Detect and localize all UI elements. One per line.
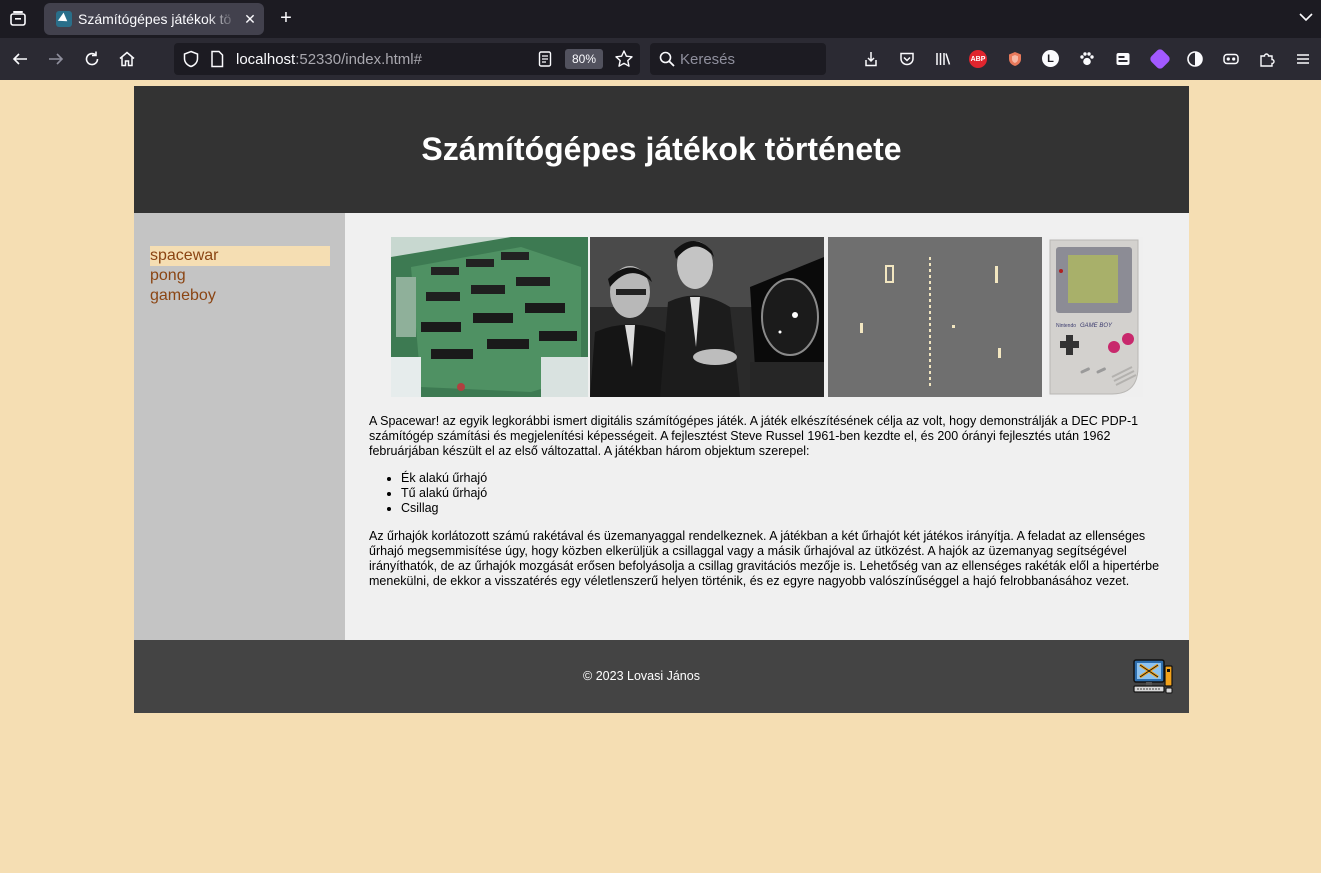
- extension-purple-icon[interactable]: [1148, 47, 1172, 71]
- shield-icon[interactable]: [182, 50, 200, 68]
- pocket-icon[interactable]: [897, 49, 917, 69]
- computer-game-logo-icon: [1132, 656, 1174, 696]
- extension-mask-icon[interactable]: [1221, 49, 1241, 69]
- site-footer: © 2023 Lovasi János: [134, 640, 1189, 713]
- tab-bar: Számítógépes játékok tö ✕ +: [0, 0, 1321, 38]
- search-bar[interactable]: [650, 43, 826, 75]
- hamburger-menu-icon[interactable]: [1293, 49, 1313, 69]
- objects-list: Ék alakú űrhajó Tű alakú űrhajó Csillag: [401, 471, 701, 516]
- circuit-board-image: [391, 237, 588, 397]
- sidebar: spacewar pong gameboy: [134, 213, 345, 640]
- search-icon: [658, 50, 676, 68]
- reader-view-icon[interactable]: [536, 50, 554, 68]
- extension-card-icon[interactable]: [1113, 49, 1133, 69]
- list-item: Tű alakú űrhajó: [401, 486, 701, 501]
- extension-circle-icon[interactable]: [1185, 49, 1205, 69]
- tab-close-icon[interactable]: ✕: [240, 9, 260, 29]
- pocket-save-icon[interactable]: [861, 49, 881, 69]
- menu-item-pong[interactable]: pong: [150, 266, 330, 286]
- url-path: :52330/index.html#: [295, 51, 422, 68]
- chevron-down-icon[interactable]: [1296, 7, 1316, 27]
- details-paragraph: Az űrhajók korlátozott számú rakétával é…: [369, 529, 1160, 588]
- tab-list-icon[interactable]: [6, 7, 30, 31]
- new-tab-button[interactable]: +: [274, 6, 298, 30]
- url-host: localhost: [236, 51, 296, 68]
- home-button[interactable]: [115, 47, 139, 71]
- adblock-plus-icon[interactable]: ABP: [969, 50, 987, 68]
- spacewar-players-image: [590, 237, 824, 397]
- list-item: Csillag: [401, 501, 701, 516]
- navigation-toolbar: localhost:52330/index.html# 80% ABP L: [0, 38, 1321, 80]
- search-input[interactable]: [680, 49, 820, 69]
- menu-item-gameboy[interactable]: gameboy: [150, 286, 330, 306]
- page-icon[interactable]: [208, 50, 226, 68]
- forward-button[interactable]: [44, 47, 68, 71]
- url-text[interactable]: localhost:52330/index.html#: [236, 51, 422, 68]
- extensions-puzzle-icon[interactable]: [1257, 49, 1277, 69]
- image-gallery: Nintendo GAME BOY: [391, 237, 1143, 397]
- web-page: Számítógépes játékok története spacewar …: [134, 86, 1189, 713]
- browser-tab[interactable]: Számítógépes játékok tö ✕: [44, 3, 264, 35]
- site-favicon-icon: [56, 11, 72, 27]
- page-title: Számítógépes játékok története: [421, 131, 902, 167]
- main-content: Nintendo GAME BOY A Spacewar! az egyik l…: [345, 213, 1189, 640]
- zoom-level-button[interactable]: 80%: [565, 49, 603, 69]
- extension-paw-icon[interactable]: [1077, 49, 1097, 69]
- library-icon[interactable]: [933, 49, 953, 69]
- pong-screen-image: [828, 237, 1042, 397]
- site-header: Számítógépes játékok története: [134, 86, 1189, 213]
- reload-button[interactable]: [80, 47, 104, 71]
- gameboy-brand: Nintendo: [1056, 323, 1076, 329]
- extension-l-icon[interactable]: L: [1042, 50, 1059, 67]
- back-button[interactable]: [8, 47, 32, 71]
- star-icon[interactable]: [614, 49, 634, 69]
- list-item: Ék alakú űrhajó: [401, 471, 701, 486]
- copyright-text: © 2023 Lovasi János: [583, 669, 700, 683]
- gameboy-label: GAME BOY: [1080, 323, 1113, 329]
- menu-item-spacewar[interactable]: spacewar: [150, 246, 330, 266]
- gameboy-image: Nintendo GAME BOY: [1046, 237, 1143, 397]
- purple-diamond-icon: [1148, 47, 1172, 71]
- tab-title: Számítógépes játékok tö: [78, 11, 232, 27]
- extension-shield-icon[interactable]: [1005, 49, 1025, 69]
- intro-paragraph: A Spacewar! az egyik legkorábbi ismert d…: [369, 414, 1139, 458]
- address-bar[interactable]: localhost:52330/index.html# 80%: [174, 43, 640, 75]
- sidebar-menu: spacewar pong gameboy: [150, 246, 330, 306]
